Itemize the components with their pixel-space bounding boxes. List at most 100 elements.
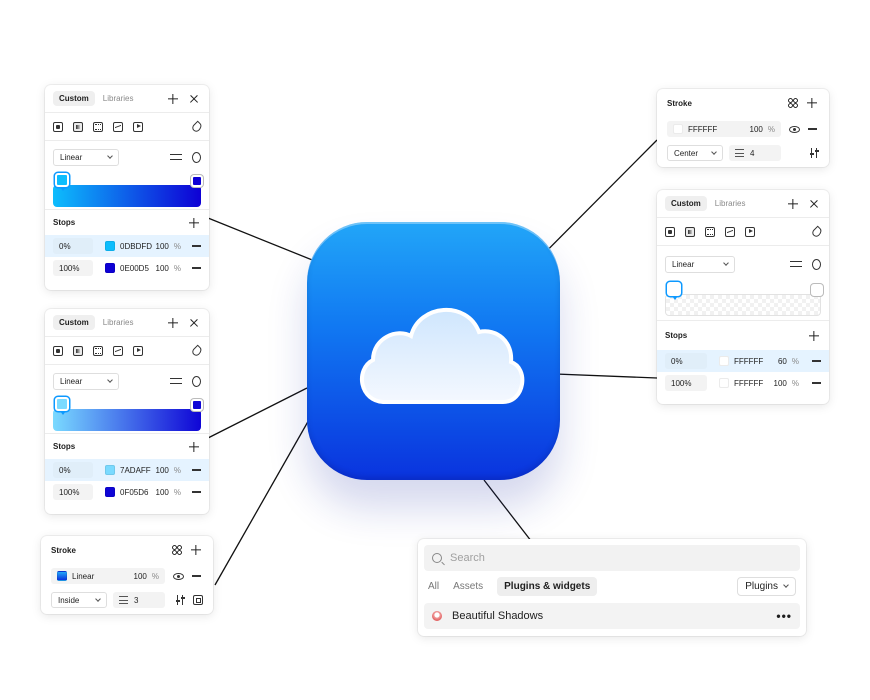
gradient-bar[interactable] bbox=[53, 409, 201, 431]
gradient-handle-end[interactable] bbox=[191, 175, 203, 187]
add-stop-icon[interactable] bbox=[187, 216, 201, 230]
video-fill-icon[interactable] bbox=[133, 121, 143, 132]
styles-grid-icon[interactable] bbox=[788, 98, 798, 108]
eye-icon[interactable] bbox=[789, 125, 800, 133]
close-icon[interactable] bbox=[187, 92, 201, 106]
more-icon[interactable]: ••• bbox=[776, 609, 792, 623]
stop-hex[interactable]: 7ADAFF bbox=[120, 466, 151, 475]
styles-grid-icon[interactable] bbox=[172, 545, 182, 555]
color-swatch[interactable] bbox=[719, 378, 729, 388]
stroke-position-select[interactable]: Inside bbox=[51, 592, 107, 608]
stroke-opacity[interactable]: 100 bbox=[134, 572, 147, 581]
stop-opacity[interactable]: 60 bbox=[778, 357, 787, 366]
remove-stop-icon[interactable] bbox=[812, 382, 821, 384]
stroke-opacity[interactable]: 100 bbox=[750, 125, 763, 134]
stop-position[interactable]: 0% bbox=[665, 353, 707, 369]
gradient-type-select[interactable]: Linear bbox=[665, 255, 735, 273]
stop-row[interactable]: 100% 0F05D6 100 % bbox=[45, 481, 209, 503]
swap-icon[interactable] bbox=[170, 152, 182, 162]
blend-drop-icon[interactable] bbox=[190, 120, 204, 133]
add-stroke-icon[interactable] bbox=[189, 543, 203, 557]
stop-opacity[interactable]: 100 bbox=[774, 379, 787, 388]
tab-libraries[interactable]: Libraries bbox=[97, 91, 140, 106]
tab-custom[interactable]: Custom bbox=[665, 196, 707, 211]
color-swatch[interactable] bbox=[105, 465, 115, 475]
gradient-swatch[interactable] bbox=[57, 571, 67, 581]
close-icon[interactable] bbox=[187, 316, 201, 330]
video-fill-icon[interactable] bbox=[745, 226, 755, 237]
gradient-handle-start[interactable] bbox=[55, 173, 69, 191]
color-swatch[interactable] bbox=[105, 263, 115, 273]
remove-stop-icon[interactable] bbox=[192, 267, 201, 269]
gradient-type-select[interactable]: Linear bbox=[53, 148, 119, 166]
remove-stroke-icon[interactable] bbox=[808, 128, 817, 130]
eye-icon[interactable] bbox=[173, 572, 184, 580]
filter-assets[interactable]: Assets bbox=[453, 581, 483, 592]
stroke-weight-field[interactable]: 4 bbox=[729, 145, 781, 161]
plugin-result-row[interactable]: Beautiful Shadows ••• bbox=[424, 603, 800, 629]
stop-hex[interactable]: FFFFFF bbox=[734, 379, 763, 388]
stop-row[interactable]: 100% 0E00D5 100 % bbox=[45, 257, 209, 279]
remove-stop-icon[interactable] bbox=[192, 469, 201, 471]
remove-stroke-icon[interactable] bbox=[192, 575, 201, 577]
remove-stop-icon[interactable] bbox=[192, 245, 201, 247]
gradient-handle-start[interactable] bbox=[55, 397, 69, 415]
gradient-handle-start[interactable] bbox=[667, 282, 681, 300]
stroke-paint-field[interactable]: FFFFFF 100 % bbox=[667, 121, 781, 137]
add-stroke-icon[interactable] bbox=[805, 96, 819, 110]
stroke-position-select[interactable]: Center bbox=[667, 145, 723, 161]
video-fill-icon[interactable] bbox=[133, 345, 143, 356]
tab-custom[interactable]: Custom bbox=[53, 91, 95, 106]
image-fill-icon[interactable] bbox=[113, 345, 123, 356]
adjust-icon[interactable] bbox=[809, 148, 819, 158]
adjust-icon[interactable] bbox=[175, 595, 185, 605]
stop-row[interactable]: 0% 0DBDFD 100 % bbox=[45, 235, 209, 257]
plus-icon[interactable] bbox=[166, 316, 180, 330]
color-swatch[interactable] bbox=[105, 241, 115, 251]
gradient-type-select[interactable]: Linear bbox=[53, 372, 119, 390]
rotate-icon[interactable] bbox=[192, 375, 201, 387]
solid-fill-icon[interactable] bbox=[665, 226, 675, 237]
search-box[interactable]: Search bbox=[424, 545, 800, 571]
color-swatch[interactable] bbox=[719, 356, 729, 366]
stop-row[interactable]: 0% FFFFFF 60 % bbox=[657, 350, 829, 372]
filter-all[interactable]: All bbox=[428, 581, 439, 592]
rotate-icon[interactable] bbox=[192, 151, 201, 163]
swap-icon[interactable] bbox=[790, 259, 802, 269]
search-input[interactable]: Search bbox=[450, 552, 485, 564]
linear-fill-icon[interactable] bbox=[73, 121, 83, 132]
stop-hex[interactable]: 0F05D6 bbox=[120, 488, 148, 497]
stop-position[interactable]: 100% bbox=[53, 260, 93, 276]
plus-icon[interactable] bbox=[786, 197, 800, 211]
stop-hex[interactable]: FFFFFF bbox=[734, 357, 763, 366]
pattern-fill-icon[interactable] bbox=[93, 121, 103, 132]
gradient-handle-end[interactable] bbox=[811, 284, 823, 296]
stop-opacity[interactable]: 100 bbox=[156, 466, 169, 475]
stop-opacity[interactable]: 100 bbox=[156, 242, 169, 251]
pattern-fill-icon[interactable] bbox=[93, 345, 103, 356]
remove-stop-icon[interactable] bbox=[192, 491, 201, 493]
plugins-dropdown[interactable]: Plugins bbox=[737, 576, 796, 596]
linear-fill-icon[interactable] bbox=[685, 226, 695, 237]
stroke-weight-field[interactable]: 3 bbox=[113, 592, 165, 608]
tab-libraries[interactable]: Libraries bbox=[97, 315, 140, 330]
blend-drop-icon[interactable] bbox=[190, 344, 204, 357]
solid-fill-icon[interactable] bbox=[53, 121, 63, 132]
stop-opacity[interactable]: 100 bbox=[156, 264, 169, 273]
tab-libraries[interactable]: Libraries bbox=[709, 196, 752, 211]
remove-stop-icon[interactable] bbox=[812, 360, 821, 362]
stop-row[interactable]: 100% FFFFFF 100 % bbox=[657, 372, 829, 394]
color-swatch[interactable] bbox=[105, 487, 115, 497]
blend-drop-icon[interactable] bbox=[810, 225, 824, 238]
color-swatch[interactable] bbox=[673, 124, 683, 134]
tab-custom[interactable]: Custom bbox=[53, 315, 95, 330]
stop-hex[interactable]: 0E00D5 bbox=[120, 264, 149, 273]
stop-opacity[interactable]: 100 bbox=[156, 488, 169, 497]
solid-fill-icon[interactable] bbox=[53, 345, 63, 356]
stop-position[interactable]: 0% bbox=[53, 238, 93, 254]
pattern-fill-icon[interactable] bbox=[705, 226, 715, 237]
gradient-handle-end[interactable] bbox=[191, 399, 203, 411]
stop-position[interactable]: 100% bbox=[53, 484, 93, 500]
rotate-icon[interactable] bbox=[812, 258, 821, 270]
stop-position[interactable]: 100% bbox=[665, 375, 707, 391]
